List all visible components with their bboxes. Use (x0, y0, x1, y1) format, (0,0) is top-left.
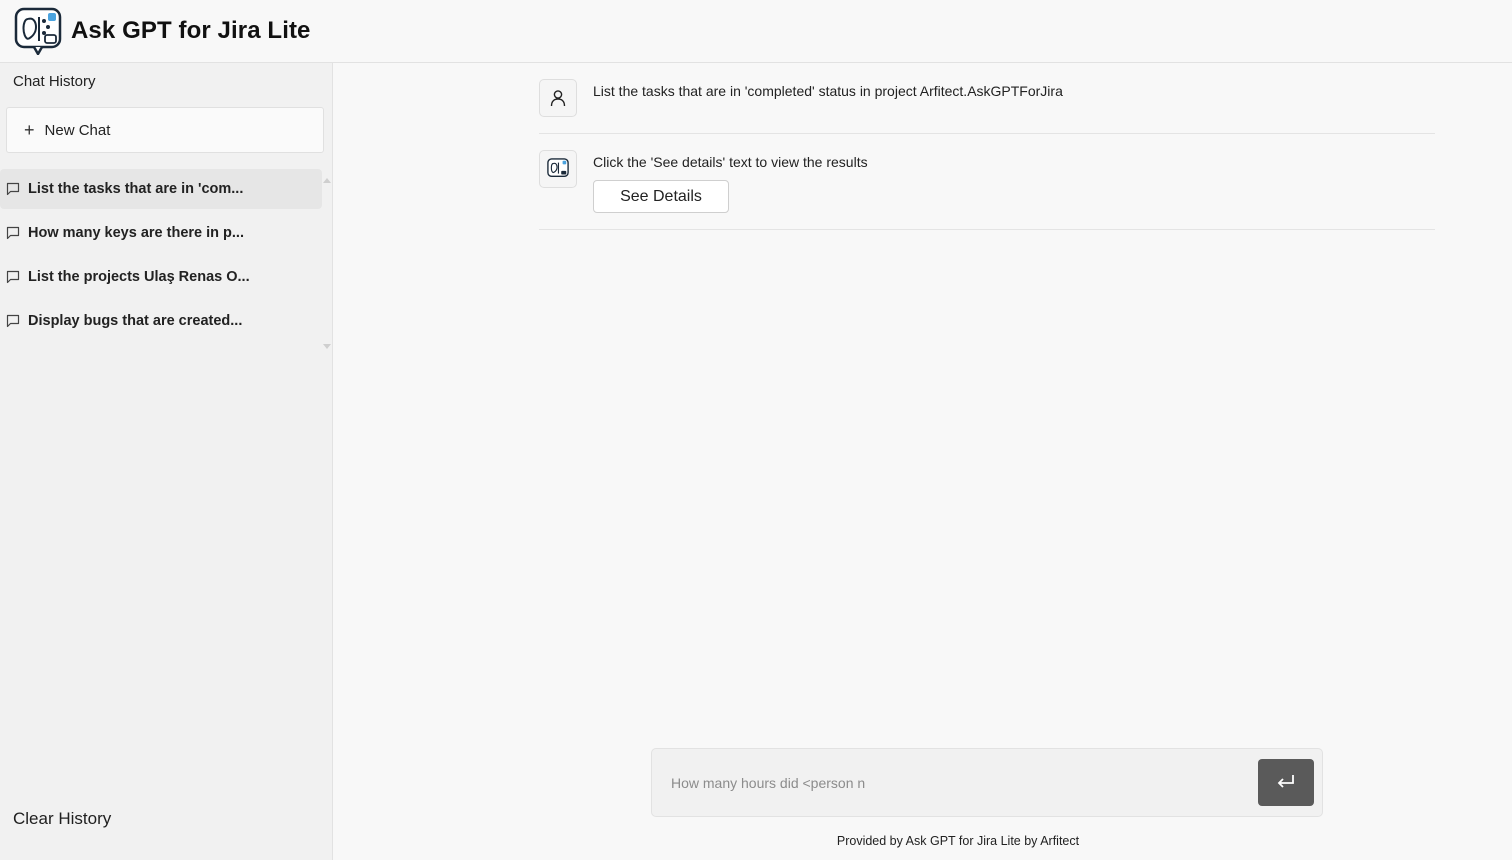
user-message-row: List the tasks that are in 'completed' s… (539, 79, 1435, 134)
chat-history-title: Chat History (13, 73, 96, 90)
ai-brain-icon (539, 150, 577, 188)
chat-bubble-icon (6, 313, 22, 329)
app-title: Ask GPT for Jira Lite (71, 17, 311, 44)
history-item[interactable]: Display bugs that are created... (0, 301, 322, 341)
user-message-text: List the tasks that are in 'completed' s… (593, 83, 1063, 99)
new-chat-button[interactable]: + New Chat (6, 107, 324, 153)
clear-history-button[interactable]: Clear History (13, 809, 111, 829)
scroll-down-arrow-icon[interactable] (323, 337, 331, 349)
history-item-label: List the projects Ulaş Renas O... (28, 269, 250, 285)
chat-input-box (651, 748, 1323, 817)
user-icon (539, 79, 577, 117)
new-chat-label: New Chat (44, 121, 111, 139)
bot-message-row: Click the 'See details' text to view the… (539, 150, 1435, 230)
footer-credit: Provided by Ask GPT for Jira Lite by Arf… (836, 834, 1080, 848)
history-item[interactable]: List the tasks that are in 'com... (0, 169, 322, 209)
chat-main: List the tasks that are in 'completed' s… (334, 63, 1512, 860)
see-details-button[interactable]: See Details (593, 180, 729, 213)
enter-return-icon (1276, 773, 1296, 792)
history-item[interactable]: How many keys are there in p... (0, 213, 322, 253)
history-item-label: How many keys are there in p... (28, 225, 244, 241)
chat-input[interactable] (671, 771, 1251, 795)
history-item-label: Display bugs that are created... (28, 313, 243, 329)
history-item-label: List the tasks that are in 'com... (28, 181, 244, 197)
chat-bubble-icon (6, 269, 22, 285)
scroll-up-arrow-icon[interactable] (323, 170, 331, 183)
chat-bubble-icon (6, 181, 22, 197)
app-header: Ask GPT for Jira Lite (0, 0, 1512, 63)
app-logo-icon (14, 7, 62, 55)
plus-icon: + (24, 120, 35, 140)
history-item[interactable]: List the projects Ulaş Renas O... (0, 257, 322, 297)
bot-message-text: Click the 'See details' text to view the… (593, 154, 868, 170)
chat-bubble-icon (6, 225, 22, 241)
sidebar: Chat History + New Chat List the tasks t… (0, 63, 333, 860)
send-button[interactable] (1258, 759, 1314, 806)
chat-history-list[interactable]: List the tasks that are in 'com... How m… (0, 169, 333, 344)
